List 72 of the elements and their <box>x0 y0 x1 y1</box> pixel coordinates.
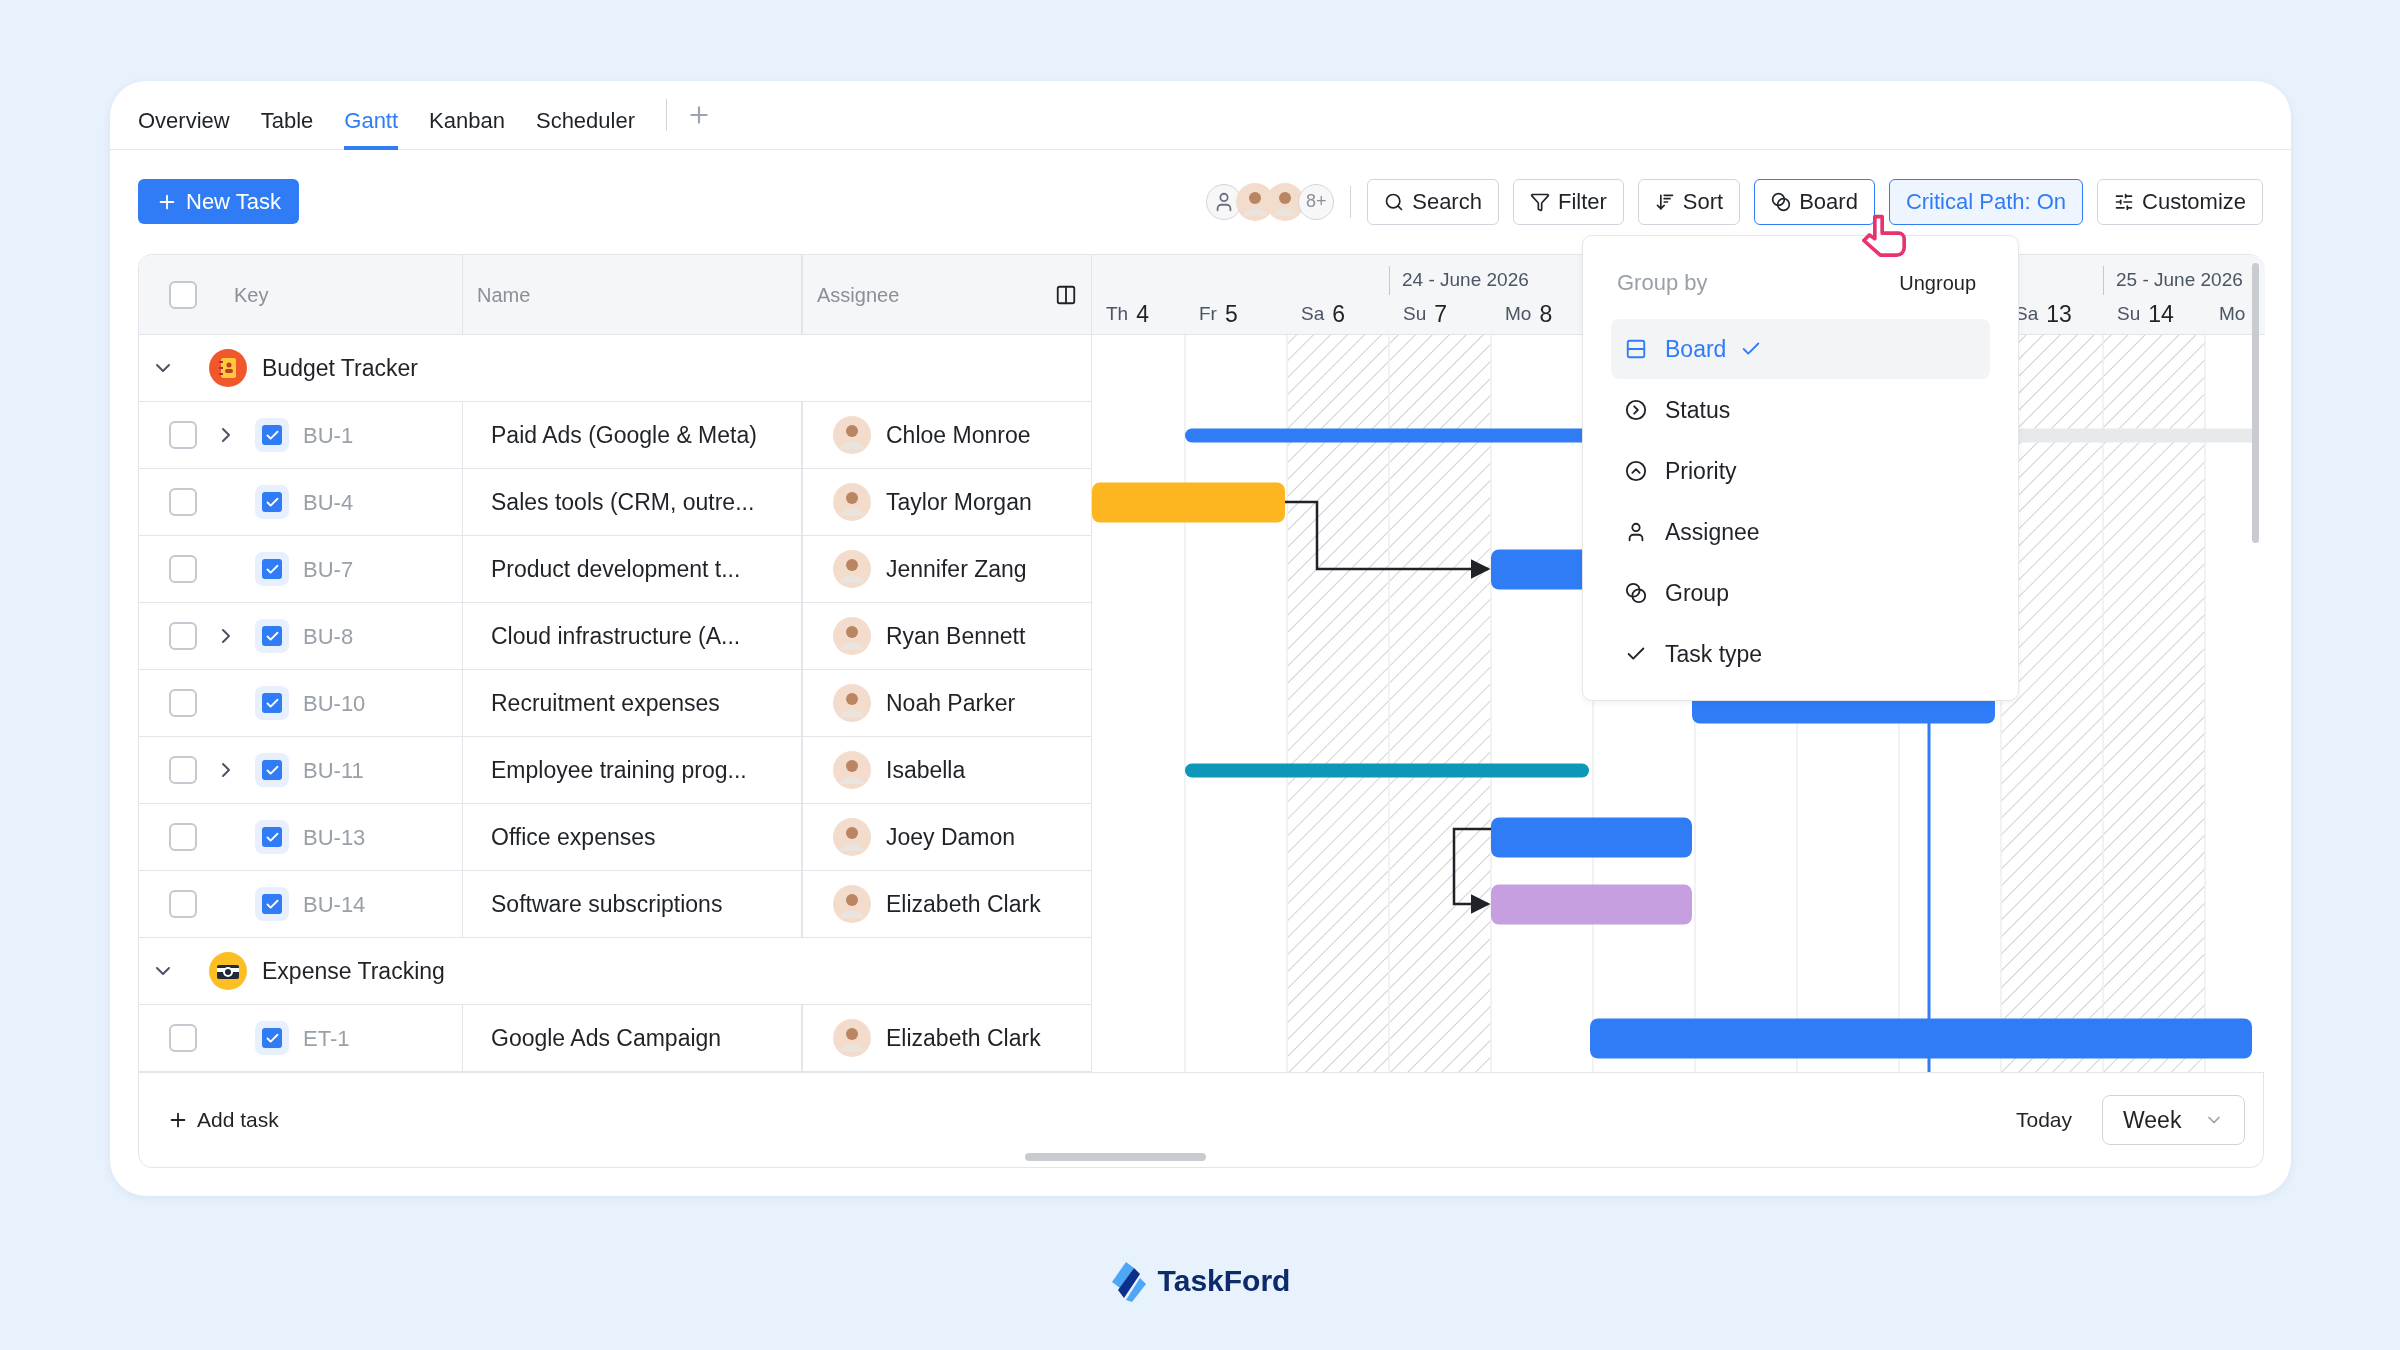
day-number: 14 <box>2148 300 2174 329</box>
assignee-name: Elizabeth Clark <box>886 1023 1041 1053</box>
task-name: Sales tools (CRM, outre... <box>491 487 755 517</box>
day-number: 7 <box>1434 300 1448 329</box>
range-select[interactable]: Week <box>2102 1095 2245 1145</box>
weekday-label: Mo <box>2219 302 2246 326</box>
column-header: Name <box>477 282 531 308</box>
assignee-name: Elizabeth Clark <box>886 889 1041 919</box>
column-header: Assignee <box>817 282 901 308</box>
menu-item[interactable]: Assignee <box>1611 502 1990 562</box>
menu-title: Group by <box>1617 269 1708 297</box>
task-key: BU-10 <box>303 686 366 720</box>
task-name: Recruitment expenses <box>491 688 720 718</box>
assignee-name: Ryan Bennett <box>886 621 1026 651</box>
month-label: 24 - June 2026 <box>1389 266 1529 295</box>
menu-item[interactable]: Group <box>1611 563 1990 623</box>
menu-item[interactable]: Status <box>1611 380 1990 440</box>
toolbar-button[interactable]: Board <box>1754 178 1875 225</box>
tab[interactable]: Overview <box>138 80 230 150</box>
menu-item[interactable]: Task type <box>1611 624 1990 684</box>
weekday-label: Su <box>1403 302 1427 326</box>
assignee-name: Joey Damon <box>886 822 1016 852</box>
day-number: 5 <box>1224 300 1238 329</box>
column-header: Key <box>234 282 269 308</box>
assignee-name: Taylor Morgan <box>886 487 1032 517</box>
weekday-label: Mo <box>1505 302 1532 326</box>
group-title: Expense Tracking <box>262 956 445 986</box>
task-name: Paid Ads (Google & Meta) <box>491 420 757 450</box>
tab[interactable]: Gantt <box>344 80 399 150</box>
task-key: BU-11 <box>303 753 364 787</box>
toolbar-button[interactable]: Customize <box>2097 178 2263 225</box>
today-button[interactable]: Today <box>2015 1104 2072 1136</box>
weekday-label: Sa <box>1301 302 1325 326</box>
tab[interactable]: Kanban <box>429 80 505 150</box>
toolbar-button[interactable]: Search <box>1367 178 1499 225</box>
task-key: BU-1 <box>303 418 354 452</box>
task-key: BU-7 <box>303 552 354 586</box>
month-label: 25 - June 2026 <box>2103 266 2243 295</box>
weekday-label: Su <box>2117 302 2141 326</box>
day-number: 8 <box>1539 300 1553 329</box>
assignee-name: Jennifer Zang <box>886 554 1027 584</box>
group-title: Budget Tracker <box>262 353 418 383</box>
task-name: Office expenses <box>491 822 656 852</box>
task-key: BU-4 <box>303 485 354 519</box>
weekday-label: Th <box>1106 302 1129 326</box>
task-key: BU-8 <box>303 619 354 653</box>
task-name: Software subscriptions <box>491 889 723 919</box>
toolbar-button[interactable]: Sort <box>1637 178 1741 225</box>
task-name: Product development t... <box>491 554 741 584</box>
menu-item[interactable]: Board <box>1611 319 1990 379</box>
day-number: 6 <box>1332 300 1346 329</box>
new-task-button[interactable]: New Task <box>138 179 299 224</box>
brand-name: TaskFord <box>1157 1263 1291 1299</box>
weekday-label: Fr <box>1199 302 1217 326</box>
task-name: Employee training prog... <box>491 755 747 785</box>
assignee-name: Chloe Monroe <box>886 420 1031 450</box>
menu-item[interactable]: Priority <box>1611 441 1990 501</box>
day-number: 4 <box>1136 300 1149 329</box>
tab[interactable]: Table <box>260 80 314 150</box>
assignee-name: Isabella <box>886 755 966 785</box>
task-key: BU-13 <box>303 820 366 854</box>
task-name: Google Ads Campaign <box>491 1023 722 1053</box>
task-key: ET-1 <box>303 1021 350 1055</box>
task-key: BU-14 <box>303 887 366 921</box>
add-task-button[interactable]: Add task <box>167 1104 279 1136</box>
assignee-name: Noah Parker <box>886 688 1016 718</box>
toolbar-button[interactable]: Filter <box>1512 178 1624 225</box>
critical-path-toggle[interactable]: Critical Path: On <box>1888 178 2084 225</box>
day-number: 13 <box>2046 300 2072 329</box>
ungroup-button[interactable]: Ungroup <box>1899 267 1976 298</box>
tab[interactable]: Scheduler <box>535 80 636 150</box>
task-name: Cloud infrastructure (A... <box>491 621 741 651</box>
